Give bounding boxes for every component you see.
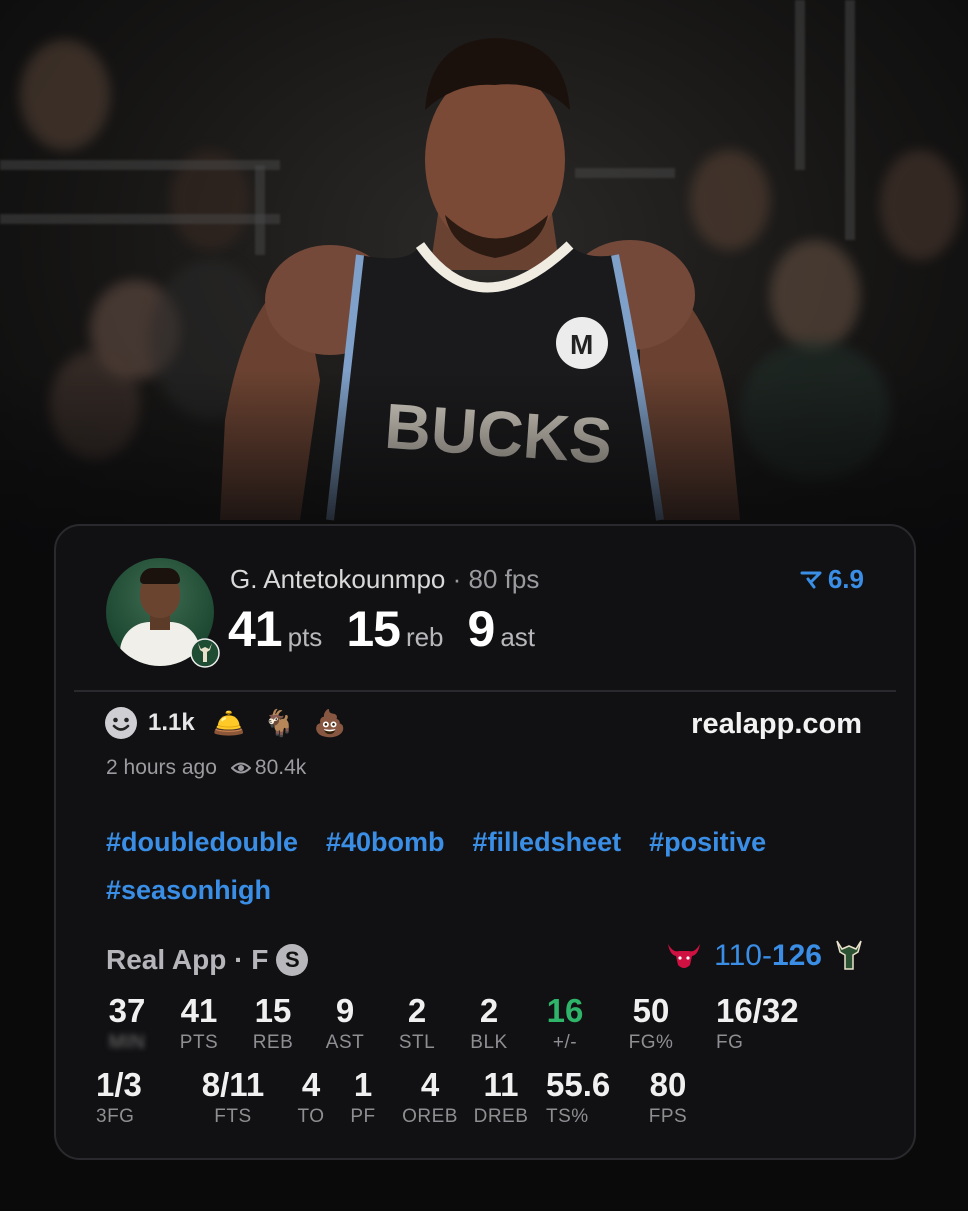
stat-value: 9 xyxy=(335,992,355,1029)
rating-badge[interactable]: 6.9 xyxy=(800,564,864,595)
source-label: Real App · F xyxy=(106,944,269,975)
ast-unit: ast xyxy=(500,622,536,652)
stat-label: +/- xyxy=(552,1032,578,1053)
reactions-bar: 1.1k 🛎️ 🐐 💩 xyxy=(104,706,346,740)
stat-label: STL xyxy=(398,1032,436,1053)
player-name-line[interactable]: G. Antetokounmpo · 80 fps xyxy=(230,564,539,595)
pts-value: 41 xyxy=(228,601,283,657)
stat-pts: 41 PTS xyxy=(168,992,230,1054)
stat-dreb: 11 DREB xyxy=(466,1066,536,1128)
stat-reb: 15 REB xyxy=(242,992,304,1054)
bell-reaction-button[interactable]: 🛎️ xyxy=(213,708,245,738)
stat-oreb: 4 OREB xyxy=(396,1066,464,1128)
stat-3fg: 1/3 3FG xyxy=(96,1066,166,1128)
view-count: 80.4k xyxy=(230,756,307,780)
stat-value: 2 xyxy=(407,992,427,1029)
stat-value: 8/11 xyxy=(201,1066,265,1103)
stat-label: TS% xyxy=(546,1106,589,1127)
game-source: Real App · F S xyxy=(106,944,309,976)
stat-label: MIN xyxy=(108,1032,146,1053)
stat-fg: 16/32 FG xyxy=(716,992,832,1054)
stat-value: 50 xyxy=(632,992,670,1029)
divider xyxy=(74,690,896,692)
stat-ts-pct: 55.6 TS% xyxy=(546,1066,632,1128)
bucks-logo-icon xyxy=(836,940,862,970)
rating-value: 6.9 xyxy=(827,564,864,594)
stat-value: 16/32 xyxy=(716,992,799,1029)
stat-value: 41 xyxy=(180,992,218,1029)
stat-label: FPS xyxy=(648,1106,688,1127)
views-value: 80.4k xyxy=(254,756,307,779)
stat-ast: 9 AST xyxy=(314,992,376,1054)
stat-label: TO xyxy=(297,1106,325,1127)
stat-label: 3FG xyxy=(96,1106,135,1127)
goat-reaction-button[interactable]: 🐐 xyxy=(263,708,295,738)
stat-to: 4 TO xyxy=(286,1066,336,1128)
source-badge: S xyxy=(276,944,309,976)
stat-label: PF xyxy=(350,1106,376,1127)
stat-value: 4 xyxy=(420,1066,440,1103)
stat-value: 37 xyxy=(108,992,146,1029)
hashtag[interactable]: #40bomb xyxy=(326,818,445,866)
stat-label: REB xyxy=(252,1032,294,1053)
stat-value: 1 xyxy=(353,1066,373,1103)
stat-value: 55.6 xyxy=(546,1066,611,1103)
stat-fts: 8/11 FTS xyxy=(190,1066,276,1128)
eye-icon xyxy=(230,762,251,774)
player-photo: BUCKS M xyxy=(0,0,968,600)
svg-text:M: M xyxy=(570,329,593,360)
pts-unit: pts xyxy=(287,622,323,652)
stat-blk: 2 BLK xyxy=(458,992,520,1054)
stat-label: BLK xyxy=(470,1032,508,1053)
hashtag-list: #doubledouble #40bomb #filledsheet #positiv… xyxy=(106,818,886,914)
site-link[interactable]: realapp.com xyxy=(691,708,862,741)
stat-stl: 2 STL xyxy=(386,992,448,1054)
stat-value: 2 xyxy=(479,992,499,1029)
ast-value: 9 xyxy=(467,601,496,657)
stat-label: FG% xyxy=(628,1032,674,1053)
post-meta: 2 hours ago 80.4k xyxy=(106,756,306,780)
hashtag[interactable]: #seasonhigh xyxy=(106,866,271,914)
hashtag[interactable]: #positive xyxy=(649,818,766,866)
score-away: 110 xyxy=(714,939,762,972)
stat-value: 11 xyxy=(483,1066,519,1103)
hashtag[interactable]: #doubledouble xyxy=(106,818,298,866)
reb-unit: reb xyxy=(405,622,444,652)
stat-label: FG xyxy=(716,1032,744,1053)
stat-value: 15 xyxy=(254,992,292,1029)
stat-card: G. Antetokounmpo · 80 fps 41 pts 15 reb … xyxy=(54,524,916,1160)
stat-label: DREB xyxy=(473,1106,529,1127)
stat-label: OREB xyxy=(402,1106,458,1127)
stat-plus-minus: 16 +/- xyxy=(534,992,596,1054)
headline-stats: 41 pts 15 reb 9 ast xyxy=(228,600,559,658)
stat-min: 37 MIN xyxy=(96,992,158,1054)
reb-value: 15 xyxy=(346,601,401,657)
stat-fps: 80 FPS xyxy=(640,1066,696,1128)
stat-value: 80 xyxy=(649,1066,687,1103)
score-separator: - xyxy=(761,939,772,972)
game-score[interactable]: 110-126 xyxy=(666,938,864,974)
player-name[interactable]: G. Antetokounmpo xyxy=(230,564,445,594)
poop-reaction-button[interactable]: 💩 xyxy=(313,708,345,738)
stat-value: 4 xyxy=(301,1066,321,1103)
smiley-face-icon[interactable] xyxy=(104,706,138,740)
time-ago: 2 hours ago xyxy=(106,756,217,779)
stat-pf: 1 PF xyxy=(338,1066,388,1128)
stat-value: 1/3 xyxy=(96,1066,142,1103)
score-home: 126 xyxy=(771,939,822,972)
reaction-count: 1.1k xyxy=(148,709,195,736)
fps-label: 80 fps xyxy=(468,564,540,594)
stat-value: 16 xyxy=(546,992,584,1029)
stat-label: AST xyxy=(325,1032,365,1053)
hashtag[interactable]: #filledsheet xyxy=(473,818,622,866)
bulls-logo-icon xyxy=(668,944,701,968)
ticket-arrow-icon xyxy=(800,571,822,588)
stat-fg-pct: 50 FG% xyxy=(616,992,686,1054)
stat-label: PTS xyxy=(179,1032,219,1053)
bucks-logo-icon xyxy=(190,638,220,668)
stat-label: FTS xyxy=(214,1106,252,1127)
